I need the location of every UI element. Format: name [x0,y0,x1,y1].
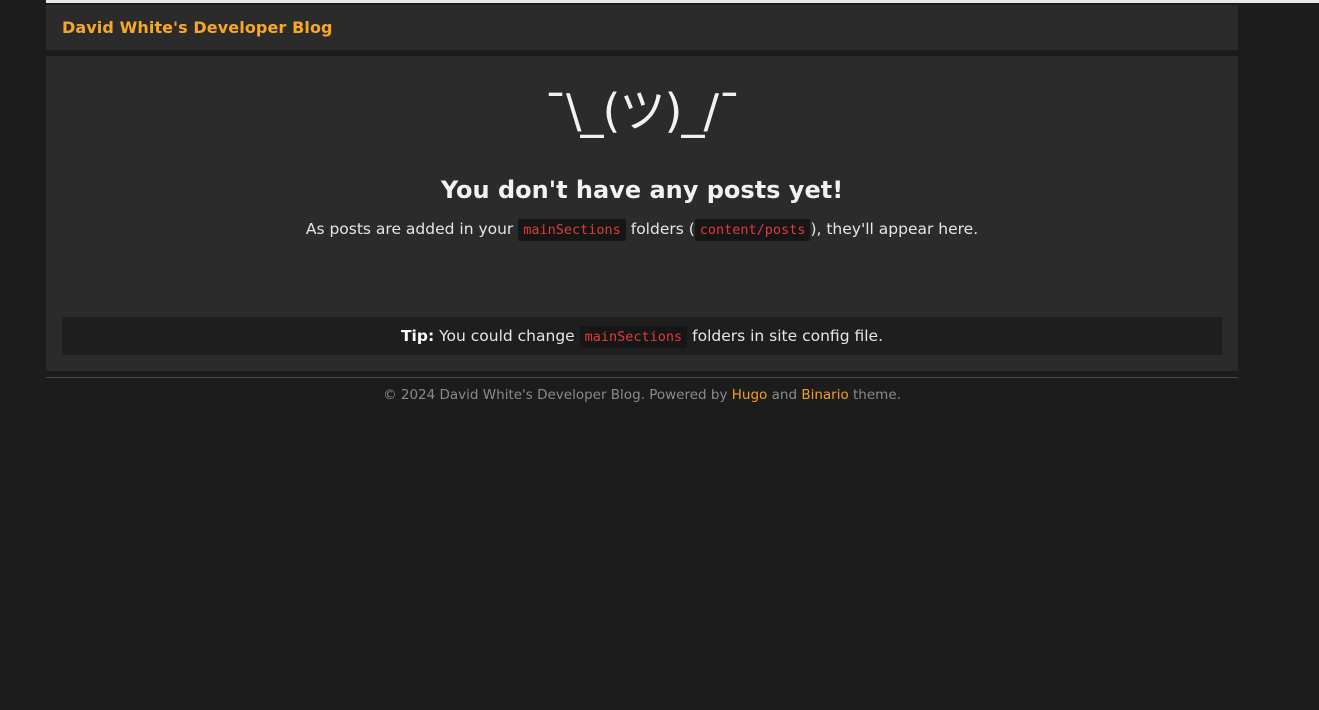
empty-state-title: You don't have any posts yet! [440,176,844,204]
empty-desc-text-1: As posts are added in your [305,220,514,238]
empty-desc-text-3: ), they'll appear here. [810,220,979,238]
footer-divider [46,377,1238,378]
tip-text-2: folders in site config file. [692,327,883,345]
tip-bar: Tip: You could change mainSections folde… [62,317,1222,355]
binario-theme-link[interactable]: Binario [801,387,848,403]
empty-state-card: ¯\_(ツ)_/¯ You don't have any posts yet! … [46,56,1238,371]
code-main-sections-tip: mainSections [579,326,688,348]
code-main-sections: mainSections [518,219,626,241]
empty-desc-text-2: folders ( [630,220,695,238]
empty-state-description: As posts are added in your mainSections … [46,218,1238,241]
page-container: David White's Developer Blog ¯\_(ツ)_/¯ Y… [46,3,1319,710]
site-title-link[interactable]: David White's Developer Blog [62,18,333,37]
site-footer: © 2024 David White's Developer Blog. Pow… [46,387,1238,403]
footer-copyright: © 2024 David White's Developer Blog. Pow… [383,387,728,403]
tip-text-1: You could change [439,327,575,345]
code-content-posts: content/posts [694,219,811,241]
hugo-link[interactable]: Hugo [732,387,768,403]
tip-label: Tip: [400,327,435,345]
footer-theme-suffix: theme. [853,387,901,403]
tip-text: Tip: You could change mainSections folde… [400,326,883,348]
footer-and: and [771,387,798,403]
shrug-emoticon: ¯\_(ツ)_/¯ [544,84,741,138]
site-header: David White's Developer Blog [46,5,1238,50]
left-gutter [0,0,46,710]
